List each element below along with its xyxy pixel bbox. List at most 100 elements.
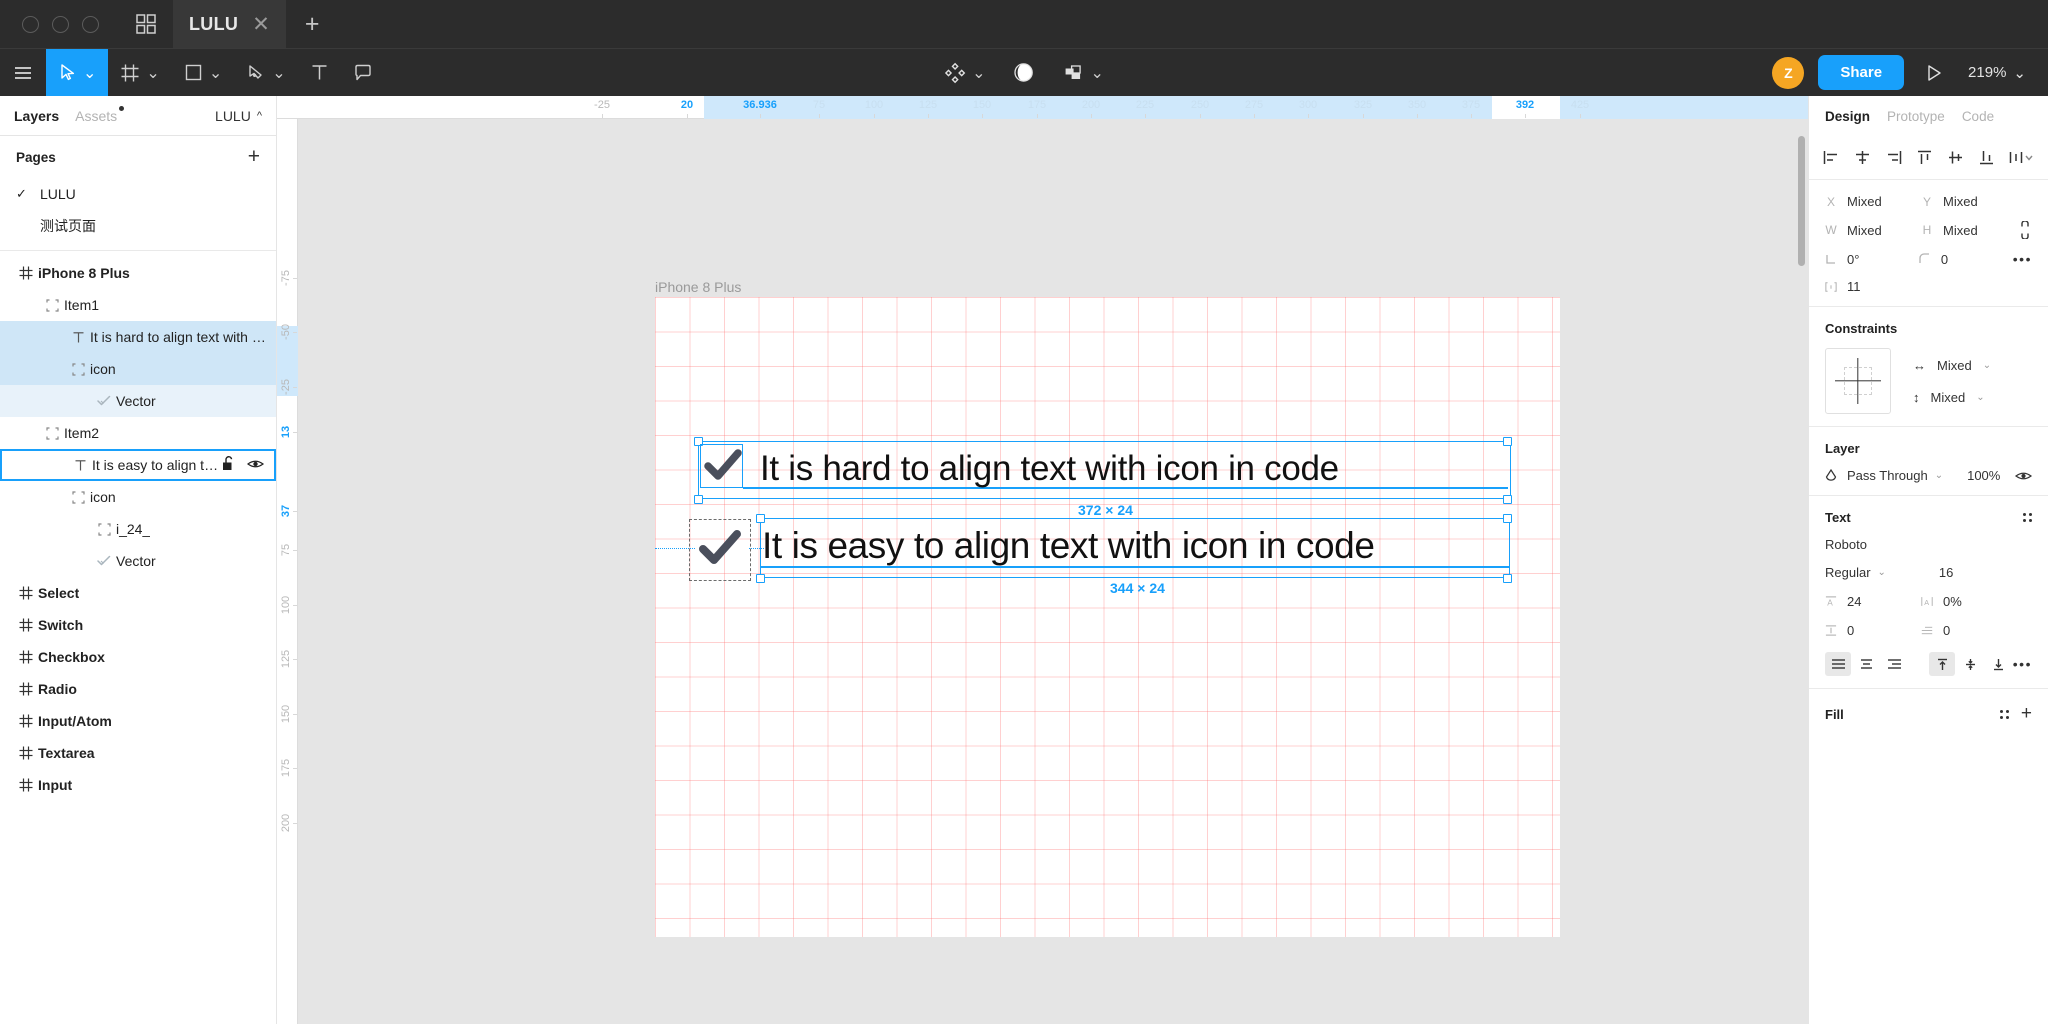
chevron-down-icon[interactable]: ⌄: [1983, 360, 1991, 371]
tab-code[interactable]: Code: [1962, 109, 1994, 124]
unlock-icon[interactable]: [222, 456, 235, 474]
share-button[interactable]: Share: [1818, 55, 1905, 90]
vertical-constraint[interactable]: ↕ Mixed ⌄: [1913, 390, 1991, 405]
paragraph-indent-value[interactable]: 0: [1943, 623, 1950, 638]
distribute-more-icon[interactable]: [2009, 150, 2034, 165]
layer-row-item2[interactable]: Item2: [0, 417, 276, 449]
align-text-center-icon[interactable]: [1853, 652, 1879, 676]
chevron-up-icon[interactable]: ^: [257, 110, 262, 122]
corner-radius-field[interactable]: 0: [1919, 252, 2013, 267]
row1-handle-br[interactable]: [1502, 494, 1512, 504]
tab-assets[interactable]: Assets: [75, 105, 125, 124]
mask-tool[interactable]: [1002, 62, 1047, 83]
comment-tool[interactable]: [341, 49, 385, 96]
font-weight-value[interactable]: Regular: [1825, 565, 1871, 580]
row2-handle-tl[interactable]: [755, 513, 765, 523]
components-tool[interactable]: ⌄: [932, 62, 997, 84]
y-field[interactable]: Y Mixed: [1921, 194, 2017, 209]
align-text-left-icon[interactable]: [1825, 652, 1851, 676]
row1-handle-tr[interactable]: [1502, 436, 1512, 446]
align-bottom-icon[interactable]: [1978, 150, 1995, 165]
w-field[interactable]: W Mixed: [1825, 223, 1921, 238]
page-item-test[interactable]: 测试页面: [0, 210, 276, 242]
boolean-tool[interactable]: ⌄: [1051, 62, 1116, 84]
layer-row-icon[interactable]: icon: [0, 481, 276, 513]
canvas-vertical-scrollbar[interactable]: [1798, 136, 1805, 266]
tab-prototype[interactable]: Prototype: [1887, 109, 1945, 124]
align-vertical-center-icon[interactable]: [1947, 150, 1964, 165]
x-value[interactable]: Mixed: [1847, 194, 1882, 209]
horizontal-constraint[interactable]: ↔ Mixed ⌄: [1913, 358, 1991, 373]
h-value[interactable]: Mixed: [1943, 223, 1978, 238]
letter-spacing-value[interactable]: 0%: [1943, 594, 1962, 609]
window-maximize-button[interactable]: [82, 15, 99, 33]
layer-row-item1[interactable]: Item1: [0, 289, 276, 321]
chevron-down-icon[interactable]: ⌄: [2013, 64, 2026, 82]
shape-tool-caret[interactable]: ⌄: [209, 63, 222, 83]
opacity-value[interactable]: 100%: [1967, 468, 2000, 483]
row2-handle-bl[interactable]: [755, 573, 765, 583]
line-height-value[interactable]: 24: [1847, 594, 1861, 609]
align-text-middle-icon[interactable]: [1957, 652, 1983, 676]
spacing-value[interactable]: 11: [1847, 279, 1861, 294]
letter-spacing-field[interactable]: A 0%: [1921, 594, 2017, 609]
layer-row-it-is-easy-to-align-text[interactable]: It is easy to align text ...: [0, 449, 276, 481]
pen-tool[interactable]: ⌄: [234, 49, 297, 96]
rotation-field[interactable]: 0°: [1825, 252, 1919, 267]
page-item-lulu[interactable]: ✓ LULU: [0, 178, 276, 210]
hamburger-menu-icon[interactable]: [0, 49, 46, 96]
link-broken-icon[interactable]: [2018, 221, 2032, 239]
layer-row-iphone-8-plus[interactable]: iPhone 8 Plus: [0, 257, 276, 289]
paragraph-indent-field[interactable]: 0: [1921, 623, 2017, 638]
tab-layers[interactable]: Layers: [14, 108, 59, 124]
style-dots-icon[interactable]: [1999, 709, 2009, 719]
row2-handle-tr[interactable]: [1502, 513, 1512, 523]
align-text-bottom-icon[interactable]: [1985, 652, 2011, 676]
file-name-menu[interactable]: LULU ^: [215, 108, 262, 124]
move-tool-caret[interactable]: ⌄: [83, 63, 96, 83]
align-text-right-icon[interactable]: [1881, 652, 1907, 676]
font-size-value[interactable]: 16: [1939, 565, 1953, 580]
frame-tool[interactable]: ⌄: [108, 49, 171, 96]
spacing-field[interactable]: 11: [1825, 279, 1921, 294]
layer-row-input-atom[interactable]: Input/Atom: [0, 705, 276, 737]
x-field[interactable]: X Mixed: [1825, 194, 1921, 209]
row2-handle-br[interactable]: [1502, 573, 1512, 583]
w-value[interactable]: Mixed: [1847, 223, 1882, 238]
vertical-ruler[interactable]: -75 -50 -25 13 37 75 100 125 150 175 200: [277, 119, 298, 1024]
layer-row-input[interactable]: Input: [0, 769, 276, 801]
text-tool[interactable]: [298, 49, 341, 96]
new-tab-button[interactable]: +: [286, 0, 339, 48]
chevron-down-icon[interactable]: ⌄: [1935, 470, 1943, 481]
line-height-field[interactable]: A 24: [1825, 594, 1921, 609]
align-text-top-icon[interactable]: [1929, 652, 1955, 676]
tab-design[interactable]: Design: [1825, 109, 1870, 124]
grid-menu-icon[interactable]: [119, 0, 173, 48]
components-tool-caret[interactable]: ⌄: [972, 63, 985, 83]
layer-row-i-24[interactable]: i_24_: [0, 513, 276, 545]
layer-row-vector[interactable]: Vector: [0, 385, 276, 417]
move-tool[interactable]: ⌄: [46, 49, 109, 96]
add-fill-button[interactable]: +: [2021, 703, 2032, 725]
blend-mode-value[interactable]: Pass Through: [1847, 468, 1928, 483]
paragraph-spacing-field[interactable]: 0: [1825, 623, 1921, 638]
more-horizontal-icon[interactable]: •••: [2013, 251, 2032, 267]
layer-row-textarea[interactable]: Textarea: [0, 737, 276, 769]
layer-row-vector[interactable]: Vector: [0, 545, 276, 577]
layer-row-it-is-hard-to-align-text-with-icon-i[interactable]: It is hard to align text with icon i...: [0, 321, 276, 353]
file-tab[interactable]: LULU ✕: [173, 0, 286, 48]
h-field[interactable]: H Mixed: [1921, 223, 2017, 238]
align-top-icon[interactable]: [1916, 150, 1933, 165]
add-page-button[interactable]: +: [248, 145, 260, 169]
eye-icon[interactable]: [246, 457, 265, 473]
layer-row-checkbox[interactable]: Checkbox: [0, 641, 276, 673]
chevron-down-icon[interactable]: ⌄: [1976, 392, 1984, 403]
align-horizontal-center-icon[interactable]: [1854, 150, 1871, 165]
close-icon[interactable]: ✕: [252, 14, 270, 35]
canvas-area[interactable]: -25 20 36.936 75 100 125 150 175 200 225 250 275 300…: [277, 96, 1808, 1024]
paragraph-spacing-value[interactable]: 0: [1847, 623, 1854, 638]
eye-icon[interactable]: [2015, 470, 2032, 482]
shape-tool[interactable]: ⌄: [172, 49, 234, 96]
frame-tool-caret[interactable]: ⌄: [146, 63, 159, 83]
zoom-control[interactable]: 219% ⌄: [1964, 64, 2026, 82]
